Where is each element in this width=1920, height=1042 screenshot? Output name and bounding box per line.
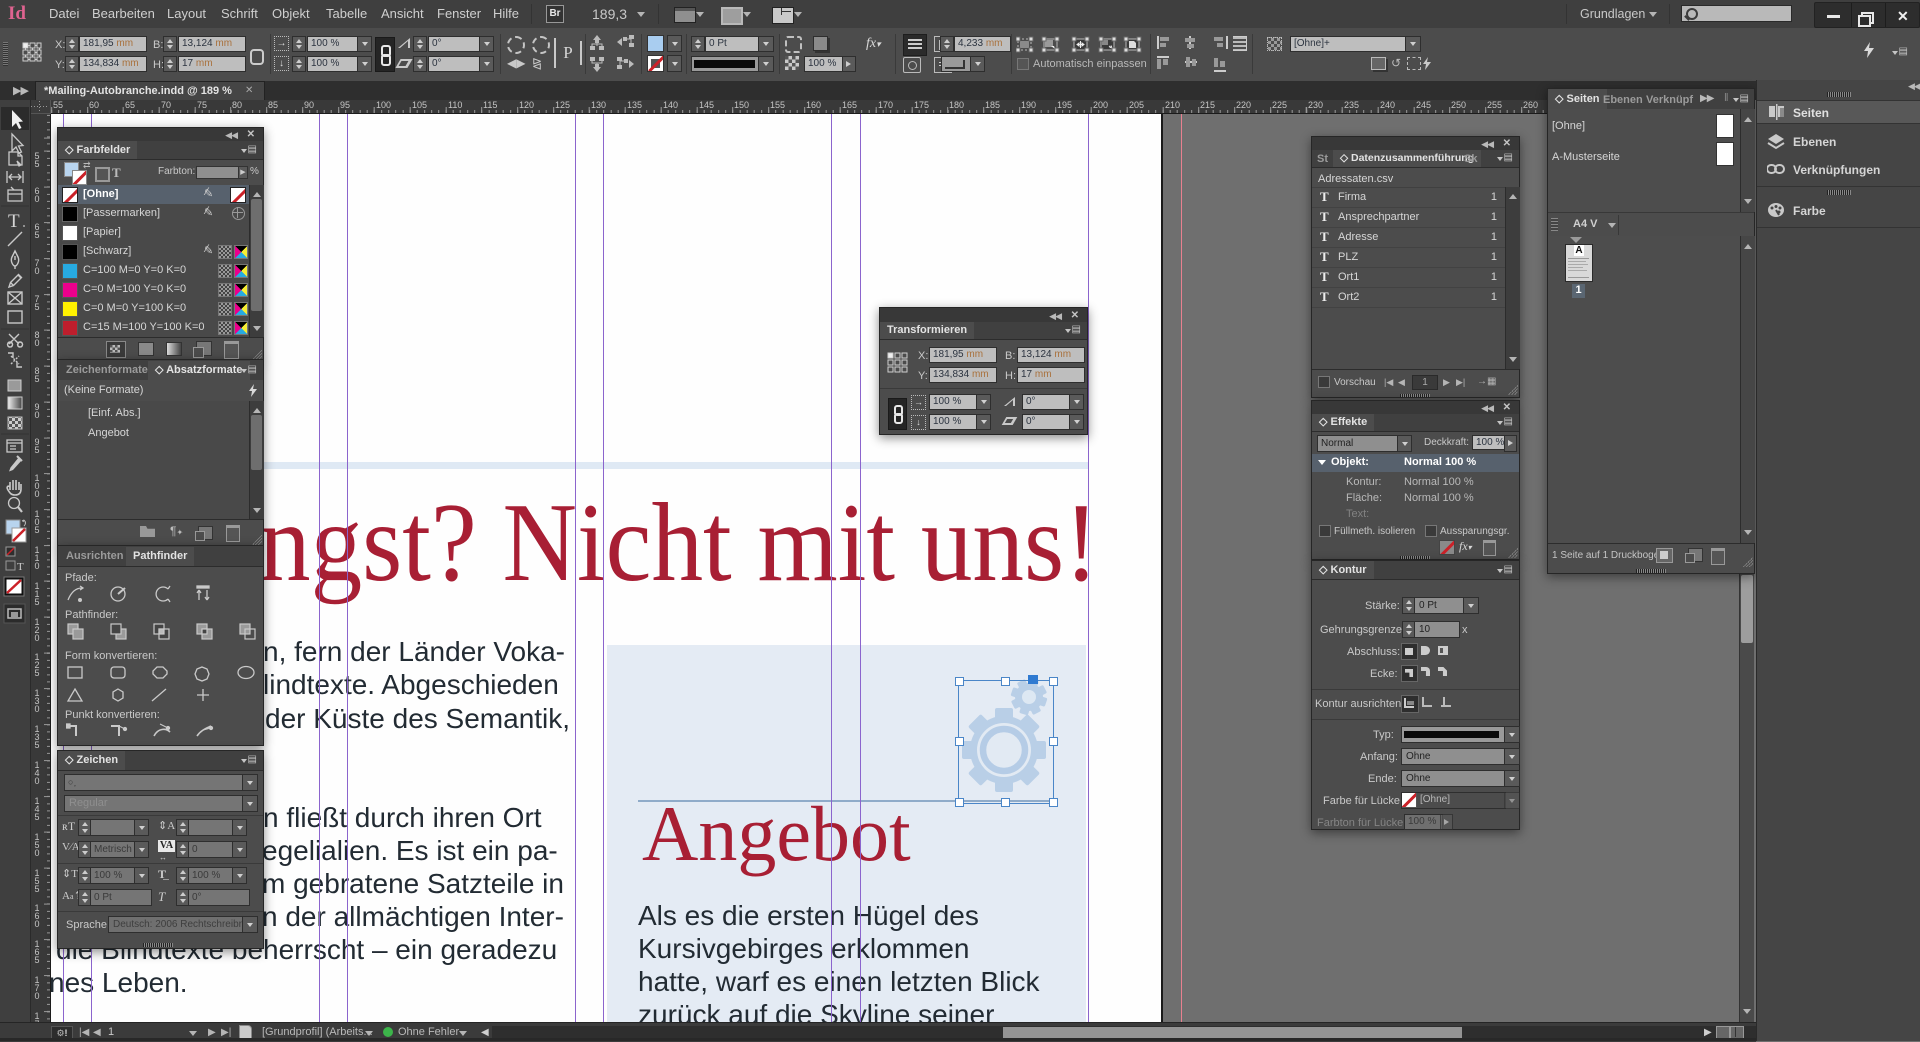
svg-text:T: T — [17, 561, 24, 573]
svg-text:T: T — [8, 211, 20, 232]
